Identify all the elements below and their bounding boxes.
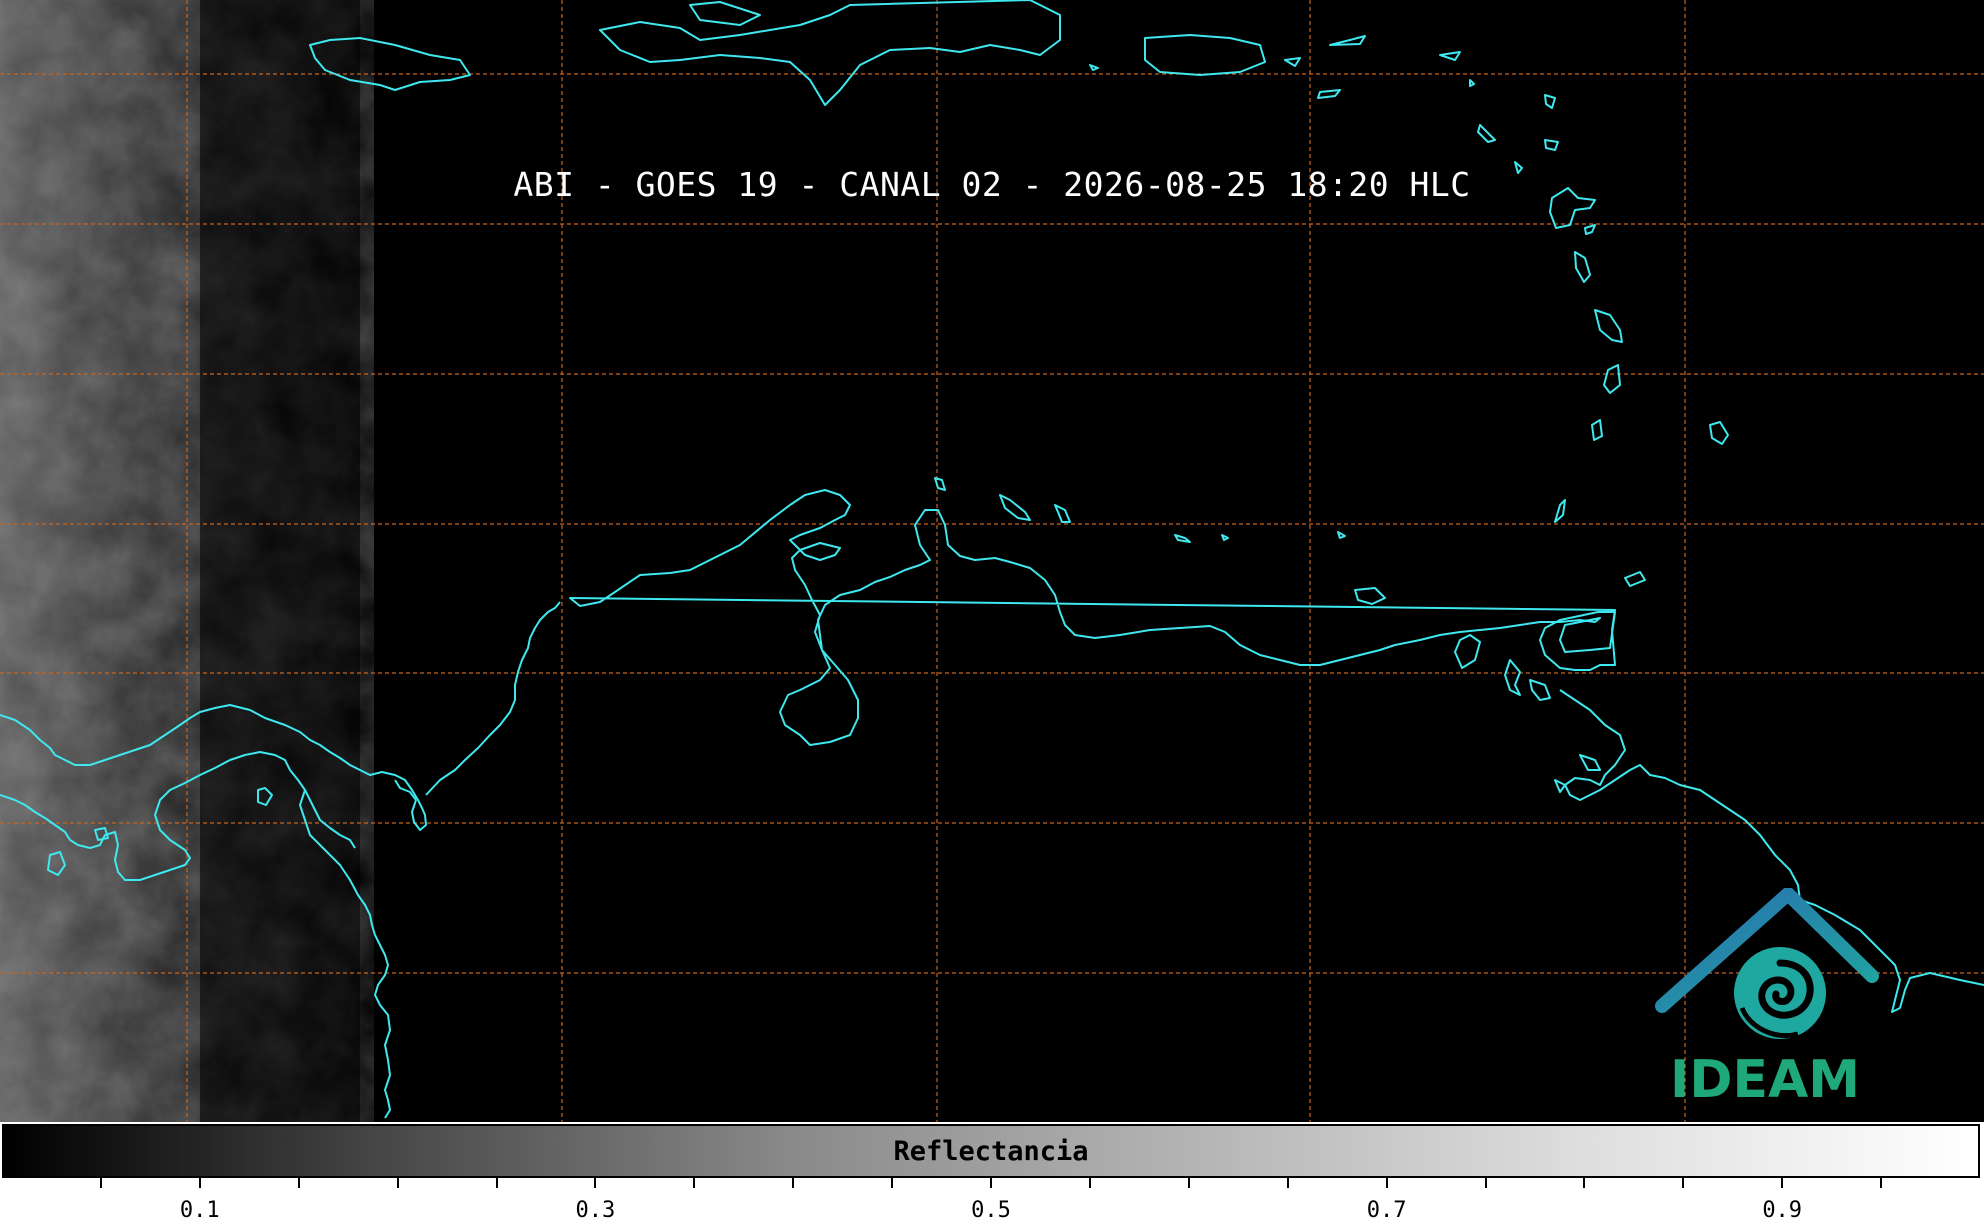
colorbar-tick [1286,1178,1289,1188]
ideam-logo-icon [1655,887,1879,1039]
colorbar-tick [99,1178,102,1188]
colorbar-tick [1781,1178,1784,1188]
colorbar-tick [297,1178,300,1188]
colorbar-tick [1088,1178,1091,1188]
colorbar-tick [891,1178,894,1188]
colorbar-tick-label: 0.5 [971,1198,1011,1223]
colorbar-tick-label: 0.3 [575,1198,616,1223]
colorbar-ticks: 0.1 0.3 0.5 0.7 0.9 [0,1178,1984,1223]
aruba-coast [999,494,1031,521]
colorbar-tick-label: 0.7 [1366,1198,1407,1223]
south-america-coast [569,489,1616,746]
ideam-logo: IDEAM [1650,887,1880,1110]
tobago-coast [1624,571,1646,587]
colorbar-tick-label: 0.9 [1762,1198,1803,1223]
colorbar-tick [396,1178,399,1188]
margarita-coast [1354,587,1386,605]
colorbar-tick [1583,1178,1586,1188]
colorbar-tick [990,1178,992,1188]
colorbar-tick [1385,1178,1388,1188]
colorbar: Reflectancia [2,1124,1980,1178]
colorbar-tick [495,1178,498,1188]
colorbar-tick [1880,1178,1883,1188]
colorbar-tick [693,1178,696,1188]
colorbar-tick [792,1178,795,1188]
colorbar-tick [594,1178,597,1188]
colorbar-tick [198,1178,201,1188]
colorbar-tick [1484,1178,1487,1188]
puerto-rico-coast [1144,34,1266,76]
map-title: ABI - GOES 19 - CANAL 02 - 2026-08-25 18… [513,165,1471,204]
hispaniola-coast [599,0,1061,106]
ideam-logo-text: IDEAM [1669,1050,1861,1110]
curacao-coast [1054,504,1071,523]
colorbar-label: Reflectancia [893,1136,1089,1167]
colorbar-tick-label: 0.1 [179,1198,220,1223]
colorbar-tick [1682,1178,1685,1188]
colorbar-tick [1187,1178,1190,1188]
